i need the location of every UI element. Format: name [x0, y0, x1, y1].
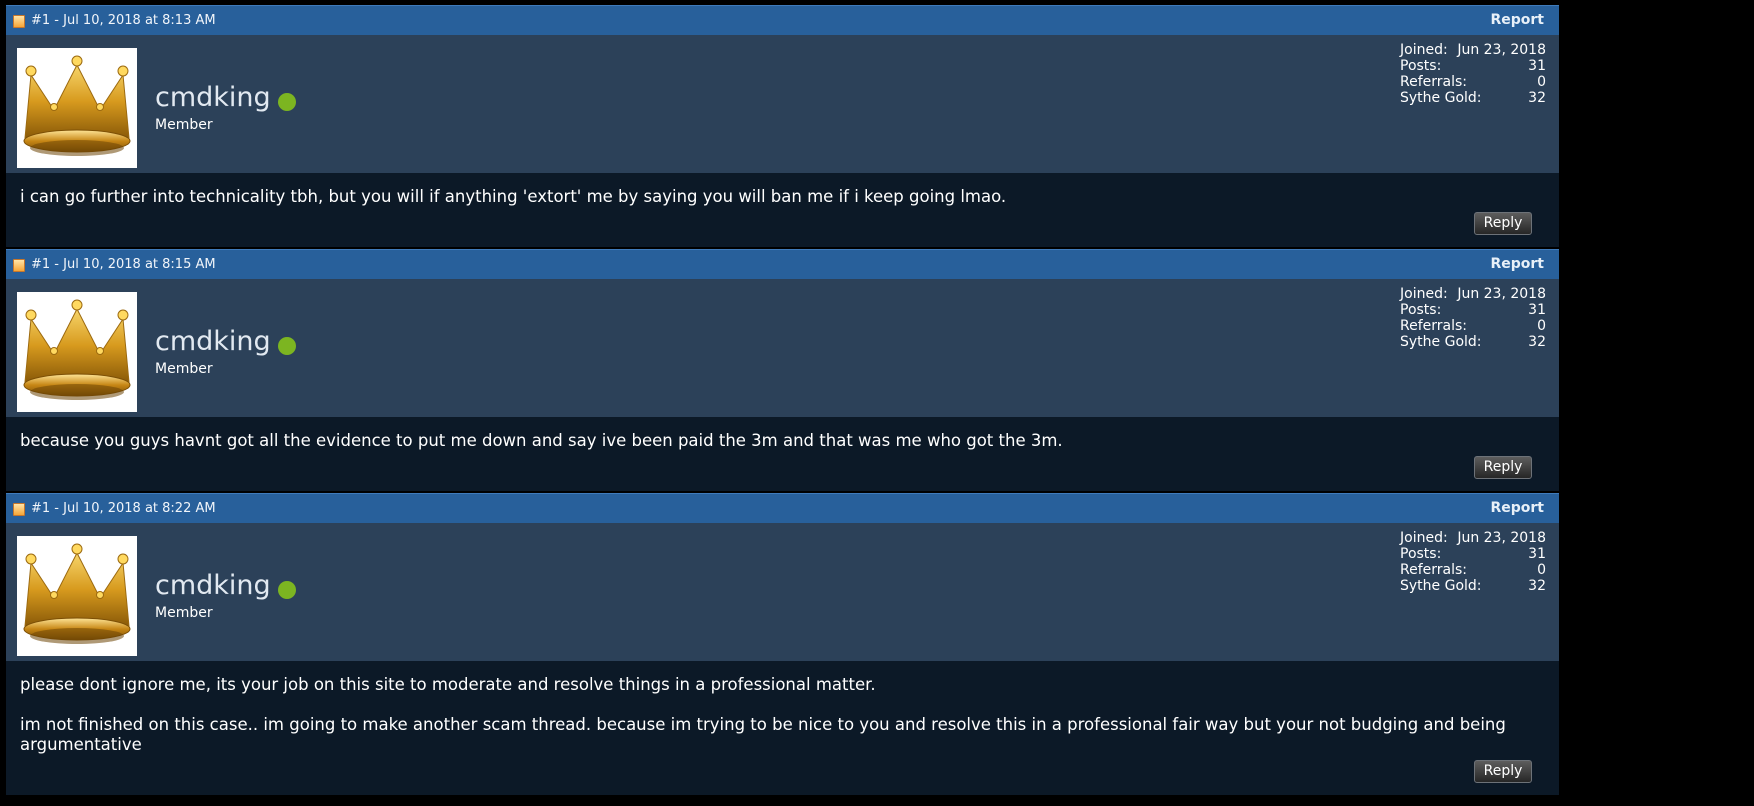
stat-value: 31 [1528, 302, 1546, 318]
post-body: please dont ignore me, its your job on t… [6, 661, 1559, 795]
reply-button[interactable]: Reply [1474, 212, 1532, 235]
post-message: because you guys havnt got all the evide… [20, 431, 1546, 451]
user-info-panel: cmdking Member Joined: Jun 23, 2018 Posts:… [6, 35, 1559, 173]
stat-value: Jun 23, 2018 [1457, 286, 1546, 302]
stat-value: 0 [1537, 562, 1546, 578]
report-link[interactable]: Report [1490, 12, 1544, 28]
post-header: #1 - Jul 10, 2018 at 8:15 AM Report [6, 249, 1559, 279]
post-icon [13, 503, 25, 516]
username[interactable]: cmdking [155, 570, 271, 601]
reply-button[interactable]: Reply [1474, 760, 1532, 783]
stat-label: Referrals: [1400, 318, 1467, 334]
post-body: i can go further into technicality tbh, … [6, 173, 1559, 247]
stat-value: Jun 23, 2018 [1457, 530, 1546, 546]
reply-row: Reply [20, 755, 1546, 795]
reply-row: Reply [20, 451, 1546, 491]
stat-label: Posts: [1400, 58, 1442, 74]
stat-label: Referrals: [1400, 562, 1467, 578]
stat-label: Sythe Gold: [1400, 578, 1482, 594]
stat-label: Joined: [1400, 286, 1448, 302]
username[interactable]: cmdking [155, 326, 271, 357]
post: #1 - Jul 10, 2018 at 8:13 AM Report cmdk… [6, 5, 1559, 247]
crown-avatar[interactable] [17, 536, 137, 656]
stat-row: Sythe Gold: 32 [1400, 90, 1546, 106]
stat-label: Referrals: [1400, 74, 1467, 90]
stat-value: Jun 23, 2018 [1457, 42, 1546, 58]
user-stats: Joined: Jun 23, 2018 Posts: 31 Referrals: 0 Sy… [1400, 42, 1546, 106]
reply-row: Reply [20, 207, 1546, 247]
stat-value: 31 [1528, 58, 1546, 74]
post: #1 - Jul 10, 2018 at 8:22 AM Report cmdk… [6, 493, 1559, 795]
post-header: #1 - Jul 10, 2018 at 8:22 AM Report [6, 493, 1559, 523]
stat-row: Referrals: 0 [1400, 74, 1546, 90]
stat-value: 32 [1528, 90, 1546, 106]
post-date: #1 - Jul 10, 2018 at 8:22 AM [31, 501, 216, 516]
message-paragraph: because you guys havnt got all the evide… [20, 431, 1063, 450]
username[interactable]: cmdking [155, 82, 271, 113]
post-icon [13, 15, 25, 28]
stat-label: Posts: [1400, 302, 1442, 318]
message-paragraph: please dont ignore me, its your job on t… [20, 675, 876, 694]
stat-label: Joined: [1400, 530, 1448, 546]
report-link[interactable]: Report [1490, 500, 1544, 516]
user-title: Member [155, 117, 213, 133]
online-status-indicator [278, 581, 296, 599]
crown-avatar[interactable] [17, 292, 137, 412]
stat-label: Posts: [1400, 546, 1442, 562]
stat-value: 31 [1528, 546, 1546, 562]
stat-row: Referrals: 0 [1400, 318, 1546, 334]
crown-avatar[interactable] [17, 48, 137, 168]
stat-label: Sythe Gold: [1400, 90, 1482, 106]
user-title: Member [155, 605, 213, 621]
online-status-indicator [278, 337, 296, 355]
stat-row: Sythe Gold: 32 [1400, 334, 1546, 350]
stat-row: Joined: Jun 23, 2018 [1400, 42, 1546, 58]
stat-value: 0 [1537, 318, 1546, 334]
stat-row: Sythe Gold: 32 [1400, 578, 1546, 594]
reply-button[interactable]: Reply [1474, 456, 1532, 479]
stat-row: Joined: Jun 23, 2018 [1400, 286, 1546, 302]
post-message: i can go further into technicality tbh, … [20, 187, 1546, 207]
user-stats: Joined: Jun 23, 2018 Posts: 31 Referrals: 0 Sy… [1400, 286, 1546, 350]
stat-row: Joined: Jun 23, 2018 [1400, 530, 1546, 546]
post-icon [13, 259, 25, 272]
post-header: #1 - Jul 10, 2018 at 8:13 AM Report [6, 5, 1559, 35]
stat-row: Posts: 31 [1400, 58, 1546, 74]
post-date: #1 - Jul 10, 2018 at 8:15 AM [31, 257, 216, 272]
post-date: #1 - Jul 10, 2018 at 8:13 AM [31, 13, 216, 28]
stat-label: Sythe Gold: [1400, 334, 1482, 350]
post-message: please dont ignore me, its your job on t… [20, 675, 1546, 755]
message-paragraph: i can go further into technicality tbh, … [20, 187, 1007, 206]
stat-value: 32 [1528, 578, 1546, 594]
post-body: because you guys havnt got all the evide… [6, 417, 1559, 491]
post-list: #1 - Jul 10, 2018 at 8:13 AM Report cmdk… [6, 5, 1559, 797]
online-status-indicator [278, 93, 296, 111]
user-title: Member [155, 361, 213, 377]
stat-value: 32 [1528, 334, 1546, 350]
stat-label: Joined: [1400, 42, 1448, 58]
user-info-panel: cmdking Member Joined: Jun 23, 2018 Posts:… [6, 279, 1559, 417]
post: #1 - Jul 10, 2018 at 8:15 AM Report cmdk… [6, 249, 1559, 491]
stat-row: Posts: 31 [1400, 546, 1546, 562]
stat-value: 0 [1537, 74, 1546, 90]
stat-row: Posts: 31 [1400, 302, 1546, 318]
report-link[interactable]: Report [1490, 256, 1544, 272]
user-stats: Joined: Jun 23, 2018 Posts: 31 Referrals: 0 Sy… [1400, 530, 1546, 594]
user-info-panel: cmdking Member Joined: Jun 23, 2018 Posts:… [6, 523, 1559, 661]
message-paragraph: im not finished on this case.. im going … [20, 715, 1506, 754]
stat-row: Referrals: 0 [1400, 562, 1546, 578]
